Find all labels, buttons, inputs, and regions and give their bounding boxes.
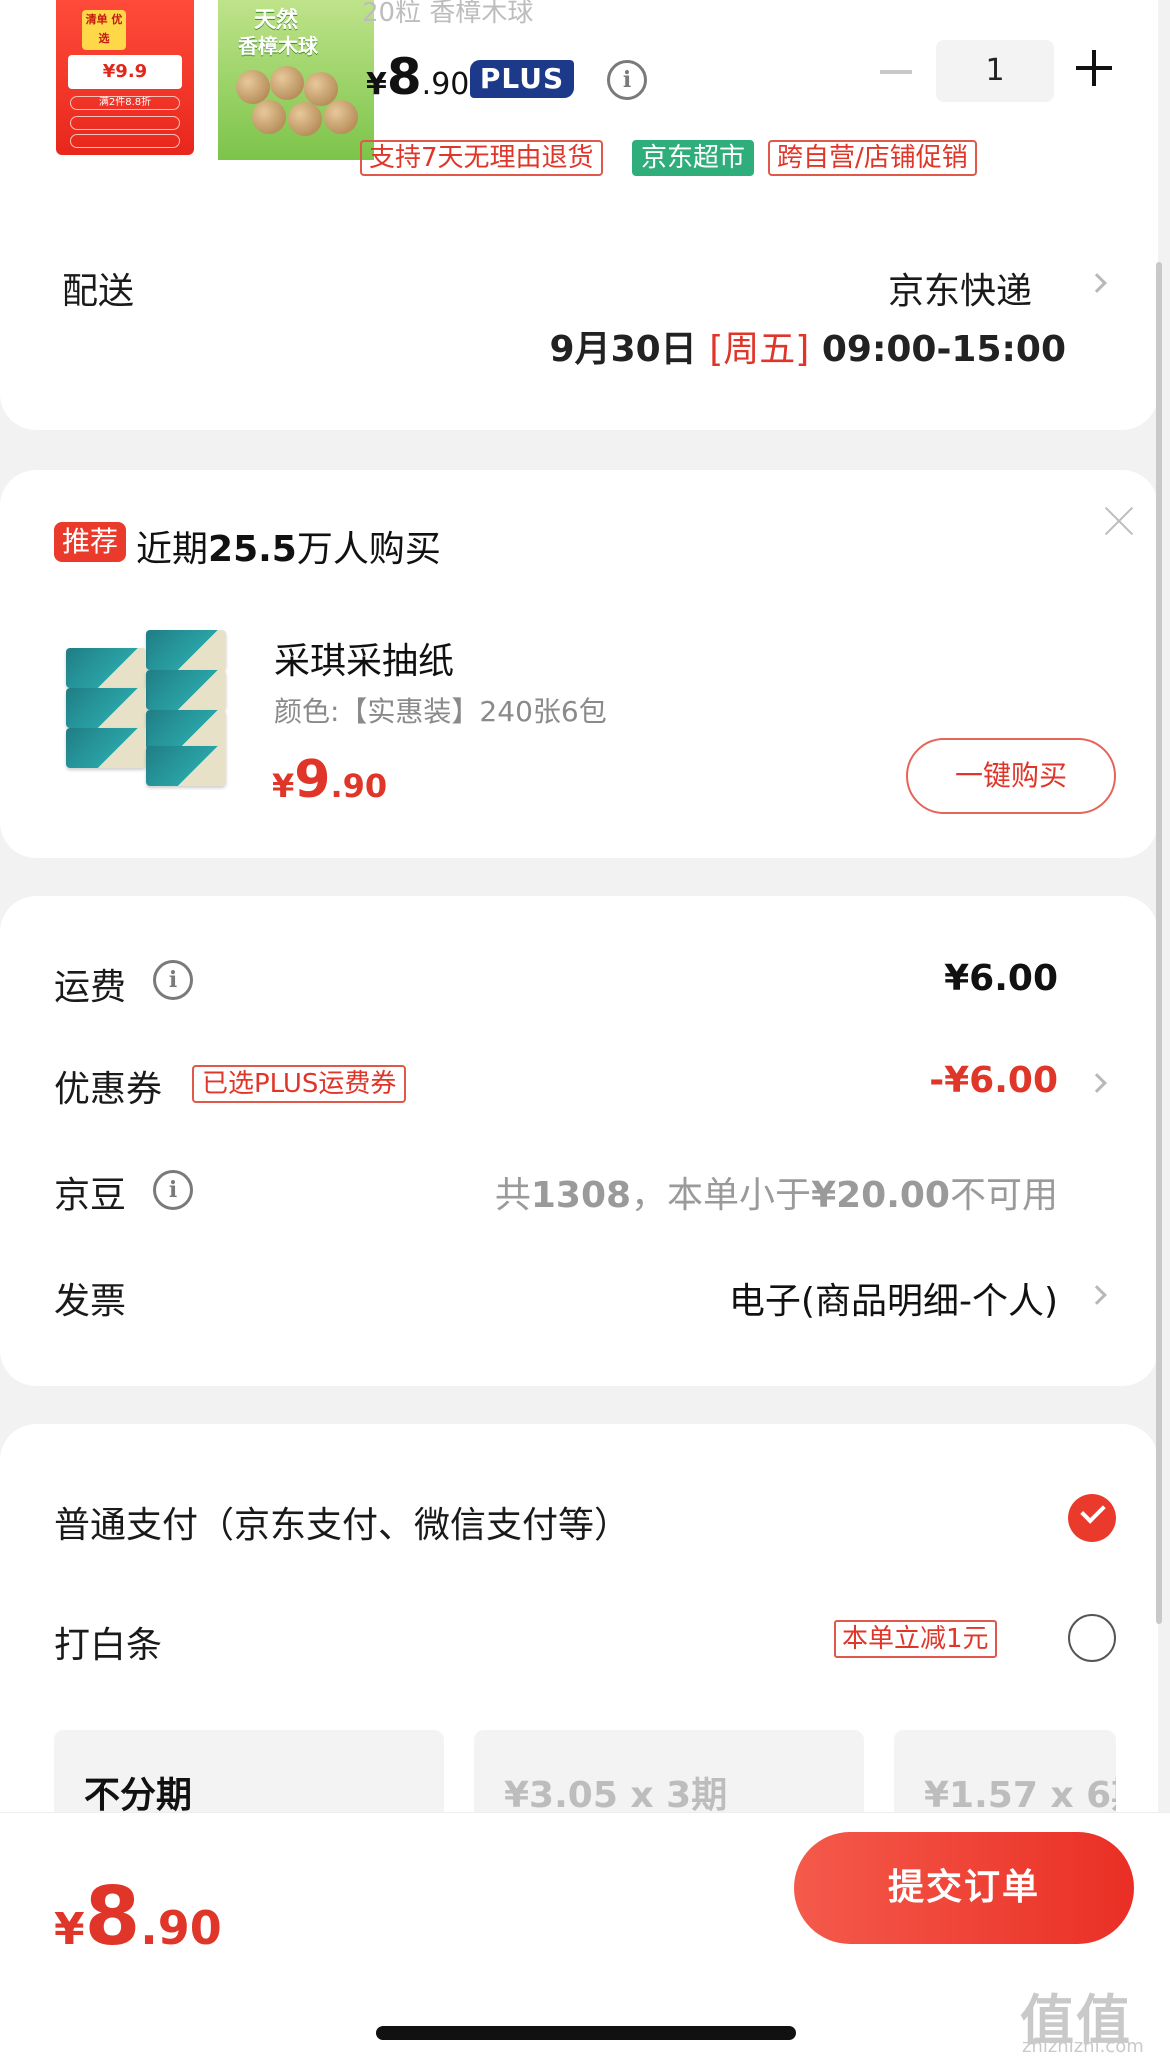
beans-label: 京豆 [54,1175,127,1216]
price-decimal: .90 [330,767,388,805]
close-icon[interactable] [1102,504,1136,538]
recommend-title-suffix: 万人购买 [296,529,441,570]
info-icon[interactable]: i [153,1170,193,1210]
wood-ball [236,70,270,104]
tissue-pack [146,630,226,670]
delivery-window: 09:00-15:00 [821,329,1066,370]
scrollbar[interactable] [1156,262,1162,1624]
product-image-promo[interactable]: 清单 优选 ¥9.9 满2件8.8折 [56,0,194,155]
promo-badge: 清单 优选 [82,10,126,50]
promotion-tag: 跨自营/店铺促销 [768,140,977,176]
currency-symbol: ¥ [272,767,295,805]
shipping-label: 运费 [54,967,127,1008]
recommend-item-name[interactable]: 采琪采抽纸 [274,632,454,684]
wood-ball [270,66,304,100]
increment-button[interactable] [1076,50,1112,86]
invoice-value[interactable]: 电子(商品明细-个人) [729,1272,1058,1324]
recommend-count: 25.5 [208,529,297,570]
recommend-product-image[interactable] [60,630,230,790]
wood-ball [324,100,358,134]
unchecked-radio-icon[interactable] [1068,1614,1116,1662]
recommend-title-prefix: 近期 [136,529,209,570]
tissue-pack [66,728,146,768]
recommend-title: 近期25.5万人购买 [136,520,441,572]
coupon-selected-tag: 已选PLUS运费券 [192,1065,407,1103]
price-integer: 9 [294,750,331,810]
total-integer: 8 [84,1870,141,1963]
tissue-pack [66,648,146,688]
baitiao-payment-option[interactable]: 打白条 [54,1616,162,1668]
currency-symbol: ¥ [54,1904,85,1955]
shipping-value: ¥6.00 [944,958,1058,999]
promo-price: ¥9.9 [68,55,182,89]
checked-radio-icon[interactable] [1068,1494,1116,1542]
beans-prefix: 共 [494,1175,531,1216]
quantity-input[interactable]: 1 [936,40,1054,102]
info-icon[interactable]: i [607,60,647,100]
price-decimal: .90 [421,67,470,102]
wood-ball [288,102,322,136]
delivery-weekday: [周五] [709,329,810,370]
currency-symbol: ¥ [366,67,387,102]
return-policy-tag: 支持7天无理由退货 [360,140,603,176]
tissue-pack [146,746,226,786]
tissue-pack [66,688,146,728]
baitiao-promo-tag: 本单立减1元 [834,1620,997,1658]
recommend-item-variant: 颜色:【实惠装】240张6包 [274,695,607,728]
product-image-subtitle: 香樟木球 [238,34,318,58]
beans-suffix: 不可用 [949,1175,1058,1216]
beans-count: 1308 [530,1175,632,1216]
plus-badge: PLUS [470,60,574,98]
product-thumbnails[interactable]: 清单 优选 ¥9.9 满2件8.8折 天然 香樟木球 [50,0,374,160]
delivery-label: 配送 [62,271,135,312]
promo-line [70,134,180,148]
normal-payment-option[interactable]: 普通支付（京东支付、微信支付等） [54,1496,630,1548]
total-price: ¥8.90 [54,1870,222,1963]
product-price: ¥8.90 [366,48,469,106]
beans-mid: ，本单小于 [631,1175,812,1216]
tissue-pack [146,670,226,710]
coupon-value[interactable]: -¥6.00 [929,1060,1058,1101]
promo-line [70,116,180,130]
home-indicator[interactable] [376,2026,796,2040]
wood-ball [252,100,286,134]
submit-order-button[interactable]: 提交订单 [794,1832,1134,1944]
delivery-method[interactable]: 京东快递 [888,262,1032,314]
beans-status: 共1308，本单小于¥20.00不可用 [495,1166,1058,1218]
decrement-button[interactable] [880,70,912,74]
product-image[interactable]: 天然 香樟木球 [218,0,374,160]
delivery-time[interactable]: 9月30日 [周五] 09:00-15:00 [550,320,1066,372]
coupon-label: 优惠券 [54,1069,163,1110]
watermark-url: zhizhizhi.com [1022,2036,1144,2057]
jd-supermarket-tag: 京东超市 [632,140,755,176]
invoice-label: 发票 [54,1281,127,1322]
beans-threshold: ¥20.00 [811,1175,950,1216]
delivery-date: 9月30日 [549,329,697,370]
recommend-item-price: ¥9.90 [272,750,387,810]
recommend-badge: 推荐 [54,522,126,562]
one-click-buy-button[interactable]: 一键购买 [906,738,1116,814]
price-integer: 8 [386,48,422,106]
product-subtitle: 20粒 香樟木球 [362,0,534,28]
info-icon[interactable]: i [153,960,193,1000]
total-decimal: .90 [140,1901,222,1955]
promo-text: 满2件8.8折 [70,96,180,110]
tissue-pack [146,710,226,750]
